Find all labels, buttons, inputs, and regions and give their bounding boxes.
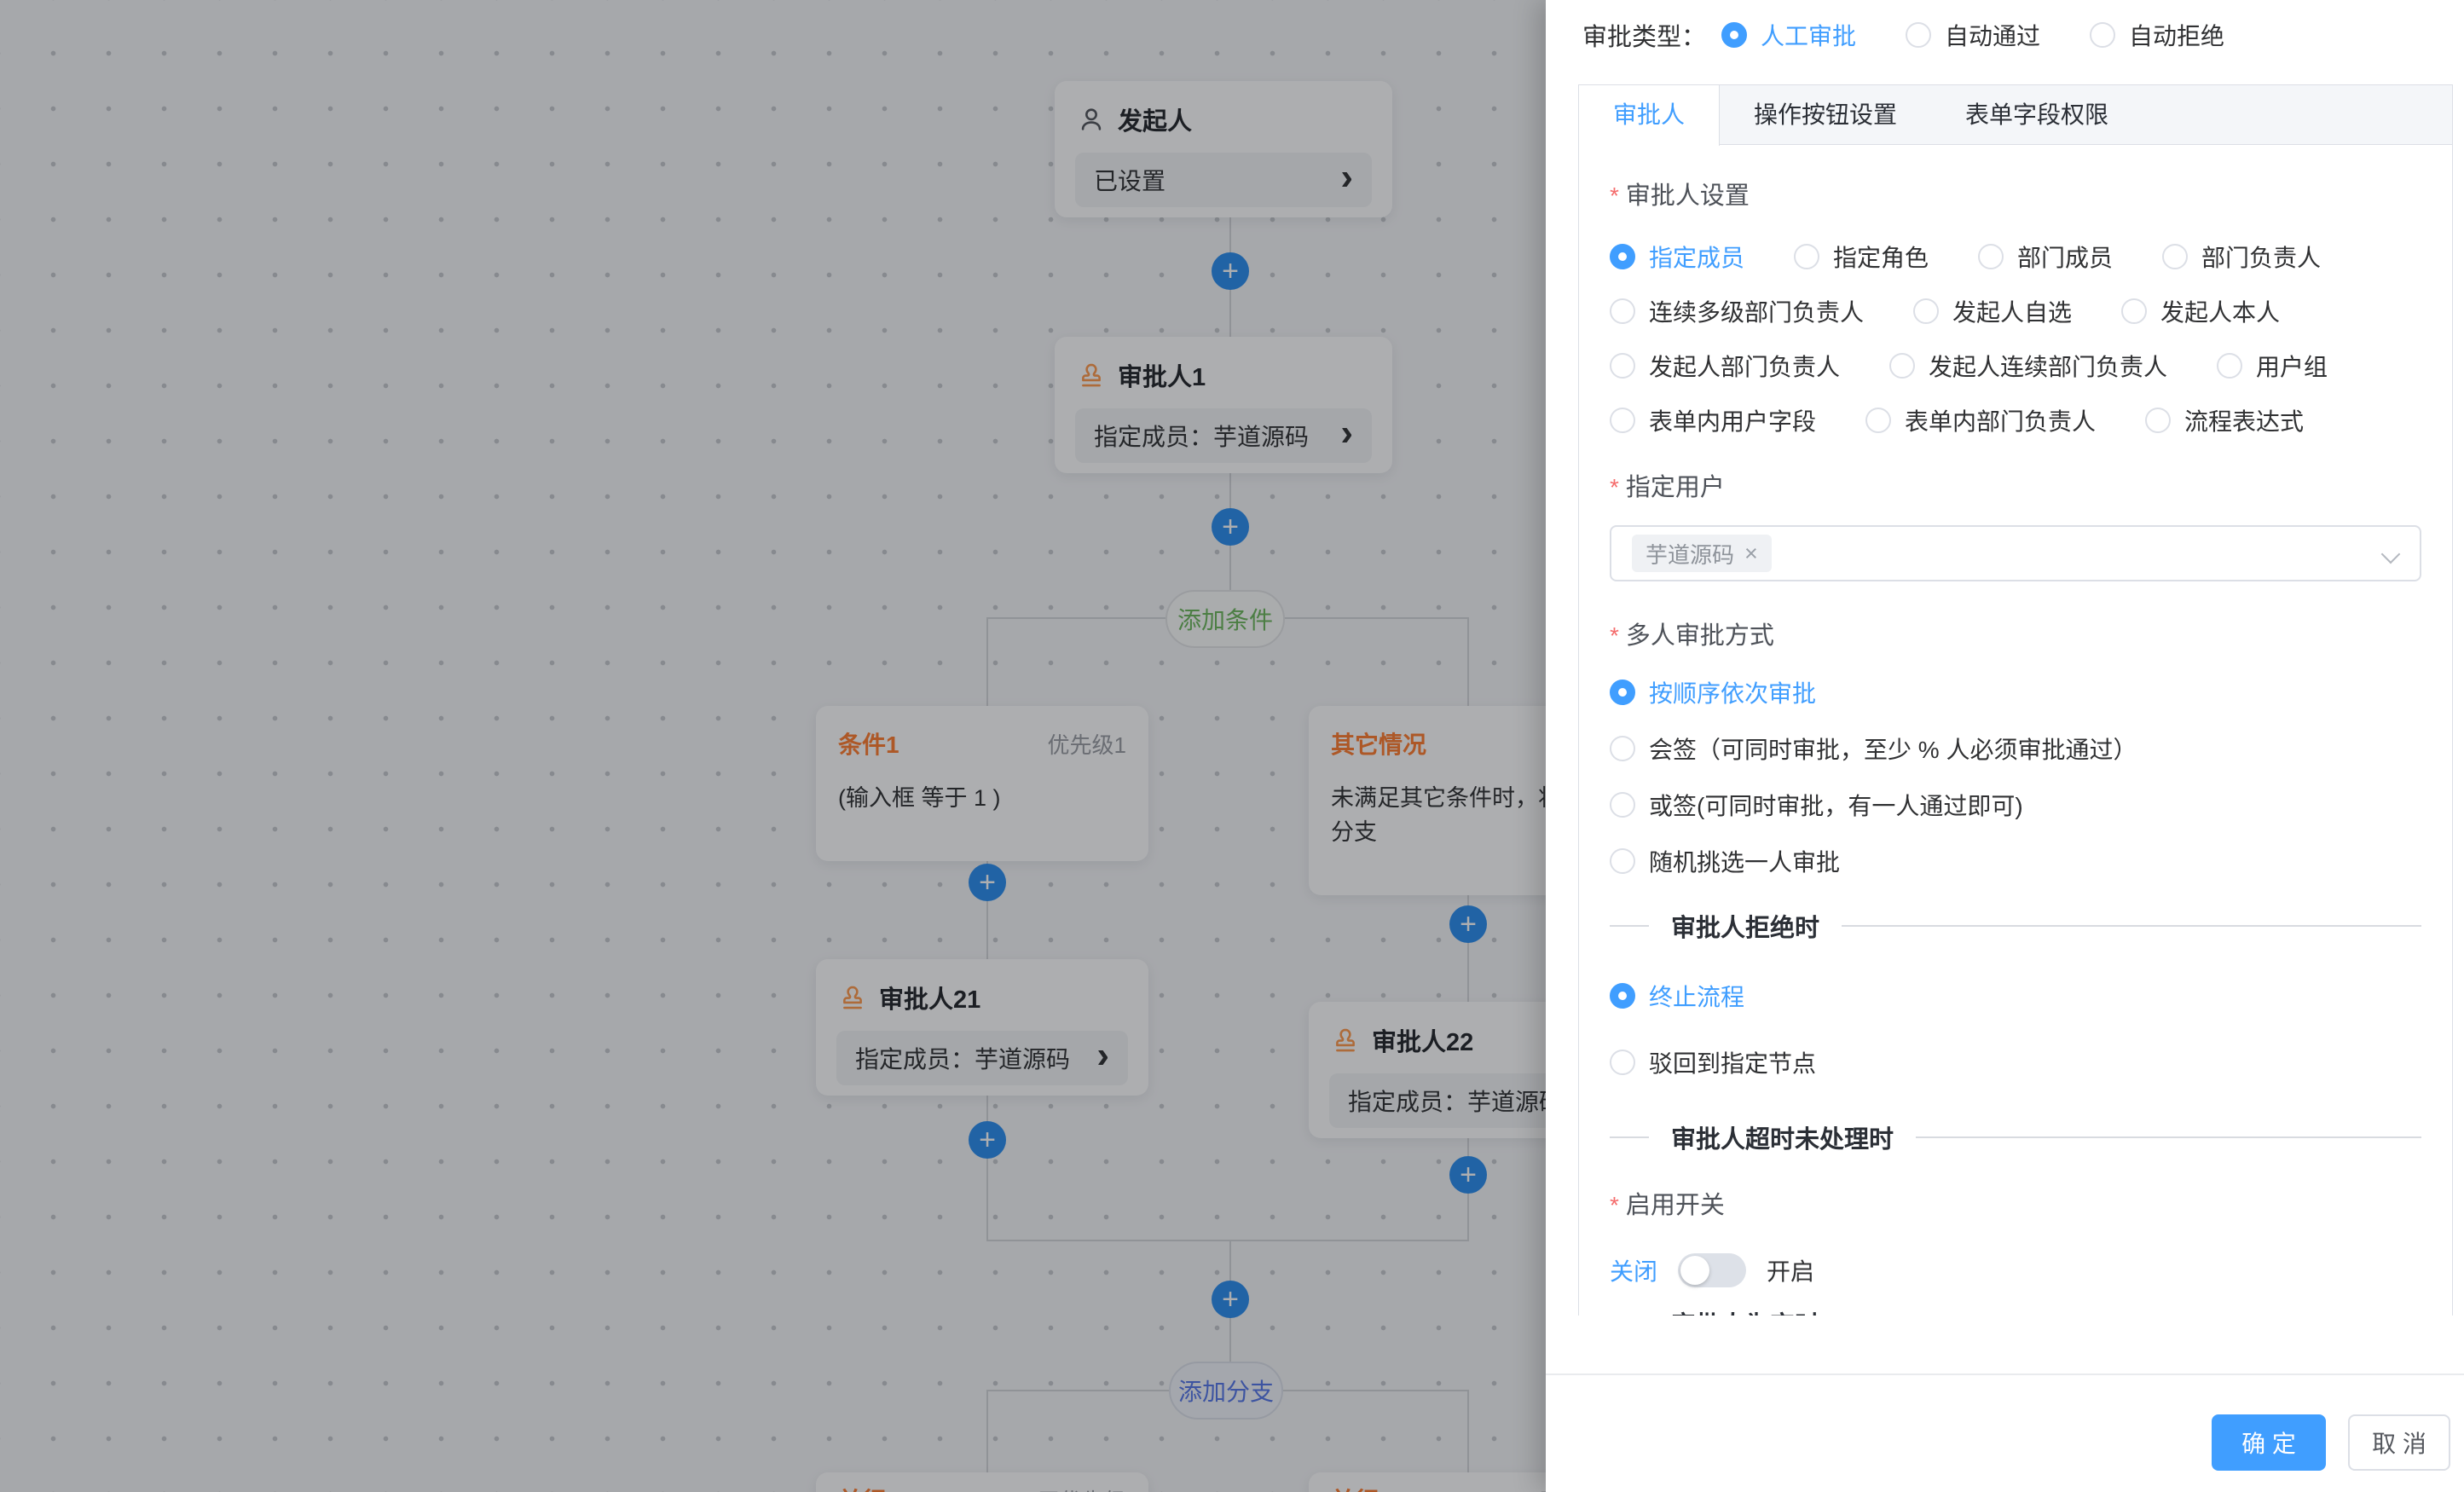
radio-dept-leader[interactable]: 部门负责人 <box>2162 240 2321 274</box>
radio-random-one[interactable]: 随机挑选一人审批 <box>1610 846 2421 876</box>
chevron-down-icon <box>2381 545 2401 564</box>
radio-initiator-self[interactable]: 发起人本人 <box>2121 294 2280 328</box>
approver-setting-label: 审批人设置 <box>1610 181 2421 211</box>
radio-icon <box>1889 353 1915 379</box>
radio-auto-reject[interactable]: 自动拒绝 <box>2090 18 2224 52</box>
cancel-button[interactable]: 取 消 <box>2348 1414 2450 1471</box>
approval-type-label: 审批类型： <box>1582 17 1706 53</box>
approver-config-drawer: 审批类型： 人工审批 自动通过 自动拒绝 审批人 操作按钮设置 表单字段权限 <box>1546 0 2464 1492</box>
radio-icon <box>1794 244 1819 269</box>
multi-approve-label: 多人审批方式 <box>1610 621 2421 651</box>
radio-icon <box>1978 244 2004 269</box>
radio-auto-approve[interactable]: 自动通过 <box>1906 18 2040 52</box>
radio-icon <box>1610 679 1635 705</box>
radio-icon <box>1610 298 1635 324</box>
section-divider-timeout: 审批人超时未处理时 <box>1610 1122 2421 1153</box>
toggle-knob <box>1680 1256 1709 1285</box>
radio-icon <box>2090 22 2115 48</box>
assigned-user-label: 指定用户 <box>1610 472 2421 503</box>
radio-icon <box>2162 244 2188 269</box>
tab-button-settings[interactable]: 操作按钮设置 <box>1720 85 1931 144</box>
section-title: 审批人拒绝时 <box>1671 908 1819 944</box>
radio-sequential-approve[interactable]: 按顺序依次审批 <box>1610 677 2421 708</box>
assigned-user-select[interactable]: 芋道源码 × <box>1610 525 2421 581</box>
radio-icon <box>1721 22 1747 48</box>
radio-manual-approval[interactable]: 人工审批 <box>1721 18 1856 52</box>
radio-countersign[interactable]: 会签（可同时审批，至少 % 人必须审批通过） <box>1610 733 2421 764</box>
radio-process-expression[interactable]: 流程表达式 <box>2145 403 2304 437</box>
radio-icon <box>1913 298 1939 324</box>
radio-icon <box>1906 22 1931 48</box>
drawer-footer: 确 定 取 消 <box>2212 1414 2450 1471</box>
radio-icon <box>1610 1050 1635 1075</box>
section-divider-reject: 审批人拒绝时 <box>1610 911 2421 941</box>
radio-icon <box>1610 353 1635 379</box>
radio-terminate-process[interactable]: 终止流程 <box>1610 980 2421 1011</box>
radio-icon <box>1865 408 1891 433</box>
radio-icon <box>1610 983 1635 1009</box>
radio-return-to-node[interactable]: 驳回到指定节点 <box>1610 1047 2421 1078</box>
tab-approver[interactable]: 审批人 <box>1579 85 1720 146</box>
radio-icon <box>1610 244 1635 269</box>
switch-on-label: 开启 <box>1767 1253 1814 1287</box>
radio-orsign[interactable]: 或签(可同时审批，有一人通过即可) <box>1610 789 2421 820</box>
approval-flow-designer: 发起人 已设置 › + 审批人1 指定成员：芋道源码 › <box>0 0 2464 1492</box>
section-divider-clipped: 审批人为空时 <box>1610 1308 2421 1316</box>
radio-icon <box>1610 736 1635 761</box>
radio-icon <box>1610 792 1635 818</box>
confirm-button[interactable]: 确 定 <box>2212 1414 2326 1471</box>
radio-initiator-dept-leader[interactable]: 发起人部门负责人 <box>1610 349 1840 383</box>
radio-icon <box>1610 848 1635 874</box>
radio-user-group[interactable]: 用户组 <box>2217 349 2328 383</box>
tab-content-approver: 审批人设置 指定成员 指定角色 部门成员 部门负责人 <box>1579 145 2452 1316</box>
enable-toggle[interactable] <box>1678 1253 1746 1287</box>
user-tag: 芋道源码 × <box>1632 535 1772 572</box>
switch-off-label: 关闭 <box>1610 1253 1657 1287</box>
timeout-switch-row: 关闭 开启 <box>1610 1252 2421 1289</box>
radio-multi-level-dept-leader[interactable]: 连续多级部门负责人 <box>1610 294 1864 328</box>
tab-form-field-permissions[interactable]: 表单字段权限 <box>1931 85 2143 144</box>
approval-type-row: 审批类型： 人工审批 自动通过 自动拒绝 <box>1582 15 2274 55</box>
section-title: 审批人为空时 <box>1671 1305 1819 1316</box>
radio-icon <box>1610 408 1635 433</box>
radio-initiator-multi-dept-leader[interactable]: 发起人连续部门负责人 <box>1889 349 2167 383</box>
radio-designated-role[interactable]: 指定角色 <box>1794 240 1929 274</box>
radio-designated-member[interactable]: 指定成员 <box>1610 240 1744 274</box>
radio-icon <box>2121 298 2147 324</box>
tag-close-icon[interactable]: × <box>1744 542 1758 565</box>
radio-dept-member[interactable]: 部门成员 <box>1978 240 2113 274</box>
section-title: 审批人超时未处理时 <box>1671 1119 1894 1155</box>
tab-bar: 审批人 操作按钮设置 表单字段权限 <box>1579 85 2452 145</box>
radio-form-user-field[interactable]: 表单内用户字段 <box>1610 403 1816 437</box>
radio-initiator-choose[interactable]: 发起人自选 <box>1913 294 2072 328</box>
settings-tabs: 审批人 操作按钮设置 表单字段权限 审批人设置 指定成员 指定角色 部门成员 <box>1578 84 2453 1316</box>
footer-divider <box>1546 1373 2464 1375</box>
user-tag-label: 芋道源码 <box>1646 538 1734 570</box>
enable-switch-label: 启用开关 <box>1610 1190 2421 1221</box>
radio-icon <box>2217 353 2242 379</box>
radio-icon <box>2145 408 2171 433</box>
radio-form-dept-leader[interactable]: 表单内部门负责人 <box>1865 403 2096 437</box>
